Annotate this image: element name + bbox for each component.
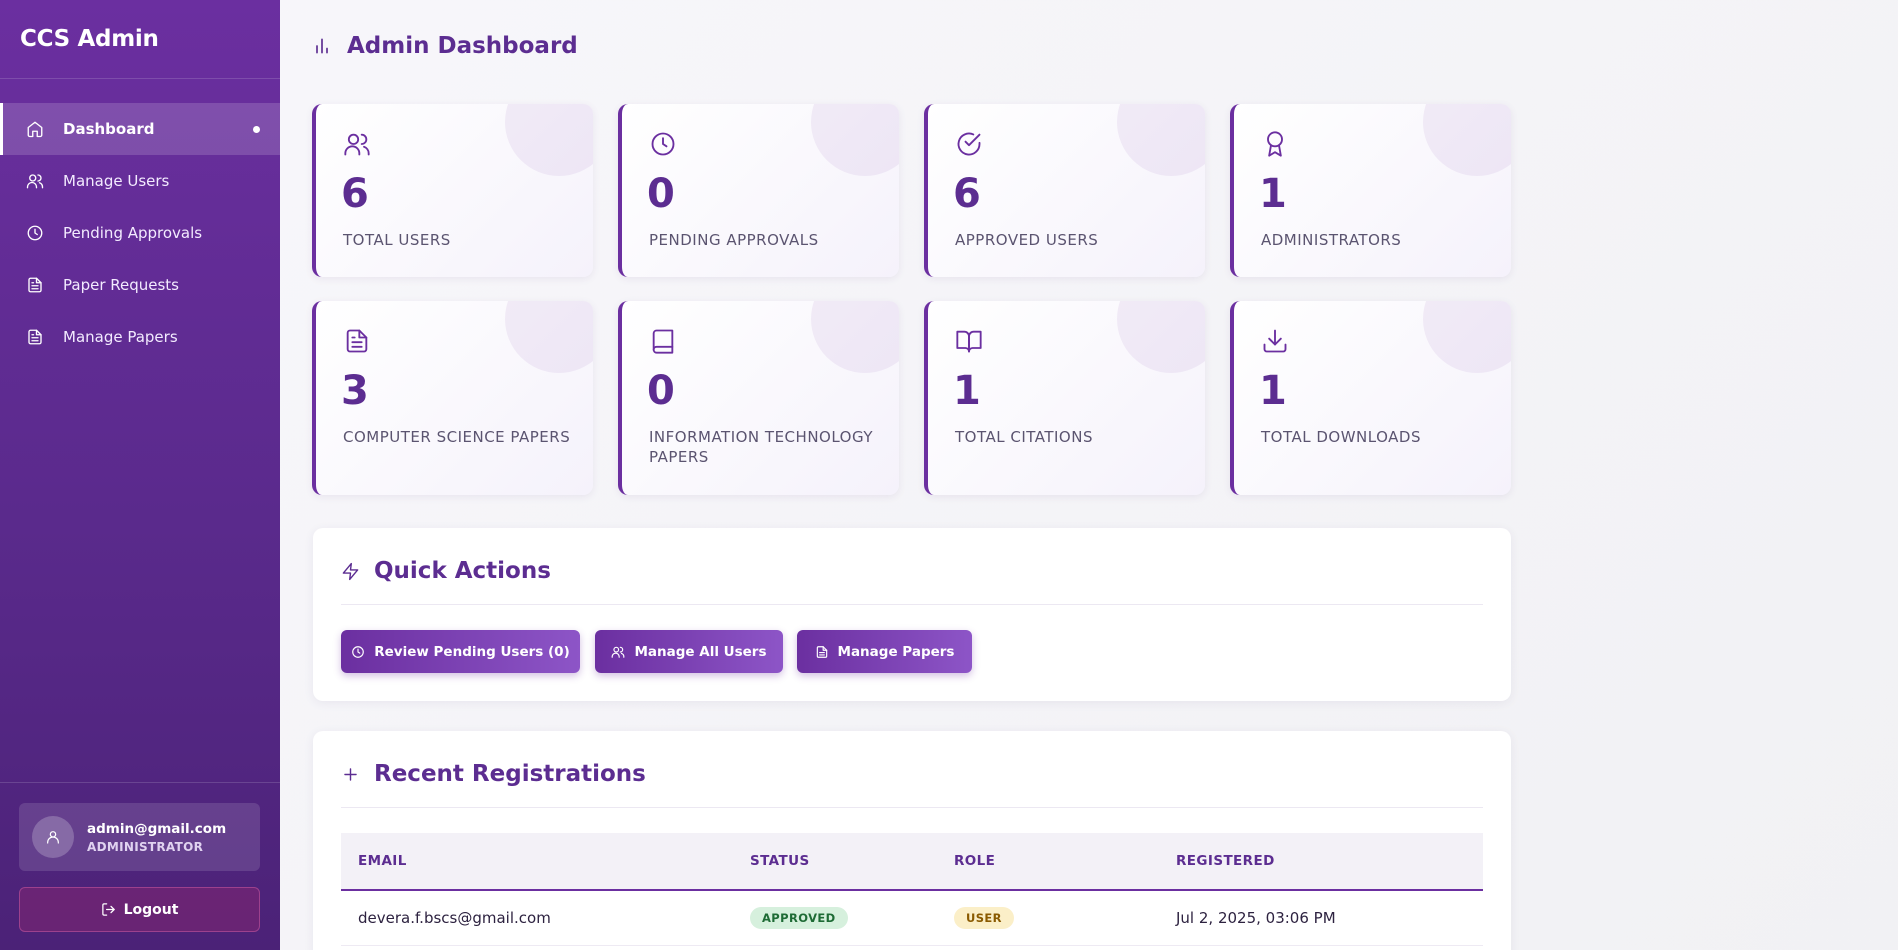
- stat-label: PENDING APPROVALS: [649, 231, 819, 249]
- stat-value: 1: [953, 368, 981, 414]
- sidebar-item-label: Paper Requests: [63, 276, 179, 294]
- document-icon: [26, 276, 44, 294]
- sidebar-footer: admin@gmail.com ADMINISTRATOR Logout: [0, 782, 280, 950]
- clock-icon: [26, 224, 44, 242]
- stat-label: APPROVED USERS: [955, 231, 1099, 249]
- document-icon: [343, 327, 371, 355]
- sidebar-item-pending-approvals[interactable]: Pending Approvals: [0, 207, 280, 259]
- cell-role: USER: [937, 890, 1159, 946]
- clock-icon: [351, 645, 365, 659]
- stat-label: TOTAL USERS: [343, 231, 451, 249]
- stat-card-total-users: 6 TOTAL USERS: [312, 104, 593, 277]
- manage-all-users-button[interactable]: Manage All Users: [595, 630, 783, 673]
- recent-registrations-panel: Recent Registrations EMAIL STATUS ROLE R…: [313, 731, 1511, 950]
- column-header-email[interactable]: EMAIL: [341, 833, 733, 891]
- stat-card-pending-approvals: 0 PENDING APPROVALS: [618, 104, 899, 277]
- stat-card-total-downloads: 1 TOTAL DOWNLOADS: [1230, 301, 1511, 495]
- stat-value: 3: [341, 368, 369, 414]
- stat-value: 6: [341, 171, 369, 217]
- active-dot: [253, 126, 260, 133]
- page-title-text: Admin Dashboard: [347, 33, 578, 59]
- sidebar-item-label: Dashboard: [63, 120, 155, 138]
- users-icon: [611, 645, 625, 659]
- check-circle-icon: [955, 130, 983, 158]
- sidebar-item-dashboard[interactable]: Dashboard: [0, 103, 280, 155]
- user-role: ADMINISTRATOR: [87, 839, 204, 854]
- sidebar-item-manage-papers[interactable]: Manage Papers: [0, 311, 280, 363]
- stat-value: 1: [1259, 171, 1287, 217]
- lightning-icon: [341, 562, 360, 581]
- avatar: [32, 816, 74, 858]
- stat-value: 0: [647, 171, 675, 217]
- logout-label: Logout: [123, 901, 179, 918]
- open-book-icon: [955, 327, 983, 355]
- logout-icon: [101, 902, 116, 917]
- column-header-registered[interactable]: REGISTERED: [1159, 833, 1483, 891]
- sidebar-item-paper-requests[interactable]: Paper Requests: [0, 259, 280, 311]
- stat-card-approved-users: 6 APPROVED USERS: [924, 104, 1205, 277]
- user-icon: [47, 831, 59, 844]
- recent-registrations-title: Recent Registrations: [341, 761, 646, 787]
- stat-value: 6: [953, 171, 981, 217]
- user-email: admin@gmail.com: [87, 820, 227, 837]
- quick-actions-panel: Quick Actions Review Pending Users (0) M…: [313, 528, 1511, 701]
- stat-card-administrators: 1 ADMINISTRATORS: [1230, 104, 1511, 277]
- sidebar-item-label: Manage Papers: [63, 328, 178, 346]
- quick-actions-title: Quick Actions: [341, 558, 551, 584]
- sidebar-item-label: Manage Users: [63, 172, 170, 190]
- document-icon: [815, 645, 829, 659]
- stat-label: INFORMATION TECHNOLOGY PAPERS: [649, 428, 874, 466]
- stat-card-it-papers: 0 INFORMATION TECHNOLOGY PAPERS: [618, 301, 899, 495]
- stat-card-cs-papers: 3 COMPUTER SCIENCE PAPERS: [312, 301, 593, 495]
- stat-label: COMPUTER SCIENCE PAPERS: [343, 428, 571, 446]
- cell-status: APPROVED: [733, 890, 937, 946]
- column-header-role[interactable]: ROLE: [937, 833, 1159, 891]
- stat-card-total-citations: 1 TOTAL CITATIONS: [924, 301, 1205, 495]
- sidebar-nav: Dashboard Manage Users Pending Approvals…: [0, 103, 280, 363]
- status-badge: APPROVED: [750, 906, 848, 929]
- book-icon: [649, 327, 677, 355]
- cell-email: devera.f.bscs@gmail.com: [341, 890, 733, 946]
- award-icon: [1261, 130, 1289, 158]
- table-row[interactable]: devera.f.bscs@gmail.com APPROVED USER Ju…: [341, 890, 1483, 946]
- home-icon: [26, 120, 44, 138]
- clock-icon: [649, 130, 677, 158]
- plus-icon: [341, 765, 360, 784]
- stat-label: TOTAL DOWNLOADS: [1261, 428, 1421, 446]
- column-header-status[interactable]: STATUS: [733, 833, 937, 891]
- sidebar-item-manage-users[interactable]: Manage Users: [0, 155, 280, 207]
- download-icon: [1261, 327, 1289, 355]
- brand-title: CCS Admin: [0, 0, 280, 79]
- user-card: admin@gmail.com ADMINISTRATOR: [19, 803, 260, 871]
- stat-value: 0: [647, 368, 675, 414]
- users-icon: [343, 130, 371, 158]
- stat-label: TOTAL CITATIONS: [955, 428, 1093, 446]
- stat-label: ADMINISTRATORS: [1261, 231, 1402, 249]
- cell-registered: Jul 2, 2025, 03:06 PM: [1159, 890, 1483, 946]
- role-badge: USER: [954, 906, 1014, 929]
- registrations-table: EMAIL STATUS ROLE REGISTERED devera.f.bs…: [341, 833, 1483, 946]
- sidebar: CCS Admin Dashboard Manage Users Pending…: [0, 0, 280, 950]
- table-header-row: EMAIL STATUS ROLE REGISTERED: [341, 833, 1483, 891]
- stat-value: 1: [1259, 368, 1287, 414]
- document-icon: [26, 328, 44, 346]
- logout-button[interactable]: Logout: [19, 887, 260, 932]
- review-pending-users-button[interactable]: Review Pending Users (0): [341, 630, 580, 673]
- page-title: Admin Dashboard: [312, 33, 578, 59]
- bar-chart-icon: [312, 36, 332, 56]
- sidebar-item-label: Pending Approvals: [63, 224, 203, 242]
- users-icon: [26, 172, 44, 190]
- manage-papers-button[interactable]: Manage Papers: [797, 630, 972, 673]
